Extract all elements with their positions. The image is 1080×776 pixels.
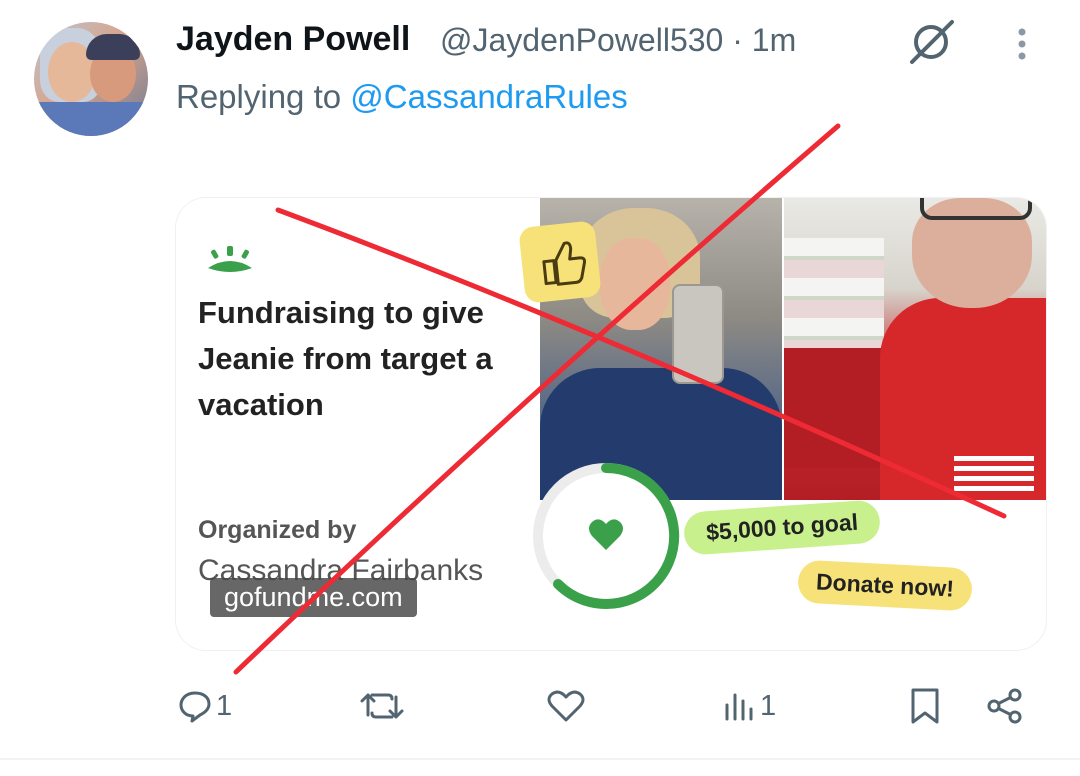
timestamp[interactable]: 1m [752, 22, 796, 58]
views-icon [725, 693, 753, 721]
like-icon [547, 690, 585, 722]
goal-pill: $5,000 to goal [682, 499, 882, 556]
more-icon[interactable] [1008, 24, 1036, 64]
grok-icon[interactable] [906, 16, 958, 68]
reply-icon [179, 691, 211, 723]
author-handle[interactable]: @JaydenPowell530 [440, 22, 723, 58]
replying-prefix: Replying to [176, 78, 342, 115]
link-card[interactable]: Fundraising to give Jeanie from target a… [176, 198, 1046, 650]
organized-by-label: Organized by [198, 516, 357, 544]
author-name[interactable]: Jayden Powell [176, 20, 410, 59]
avatar[interactable] [34, 22, 148, 136]
views-button[interactable]: 1 [722, 686, 776, 726]
bookmark-button[interactable] [908, 686, 942, 726]
like-button[interactable] [546, 686, 590, 726]
replying-mention[interactable]: @CassandraRules [350, 78, 627, 115]
share-button[interactable] [986, 686, 1024, 726]
bookmark-icon [911, 688, 939, 724]
author-meta: @JaydenPowell530 · 1m [440, 22, 796, 59]
retweet-button[interactable] [360, 686, 408, 726]
views-count: 1 [760, 689, 777, 722]
progress-ring [533, 462, 680, 609]
card-domain: gofundme.com [210, 578, 417, 617]
replying-to-line: Replying to @CassandraRules [176, 78, 628, 116]
fundraiser-title: Fundraising to give Jeanie from target a… [198, 295, 493, 422]
reply-button[interactable]: 1 [178, 686, 232, 726]
gofundme-logo-icon [208, 246, 252, 272]
thumbs-up-icon [518, 220, 602, 304]
reply-count: 1 [216, 689, 233, 722]
share-icon [987, 688, 1022, 724]
tweet-divider [0, 758, 1080, 760]
donate-button[interactable]: Donate now! [796, 559, 974, 612]
fundraiser-photo-right [784, 198, 1046, 500]
separator-dot: · [732, 22, 743, 58]
retweet-icon [360, 693, 404, 719]
